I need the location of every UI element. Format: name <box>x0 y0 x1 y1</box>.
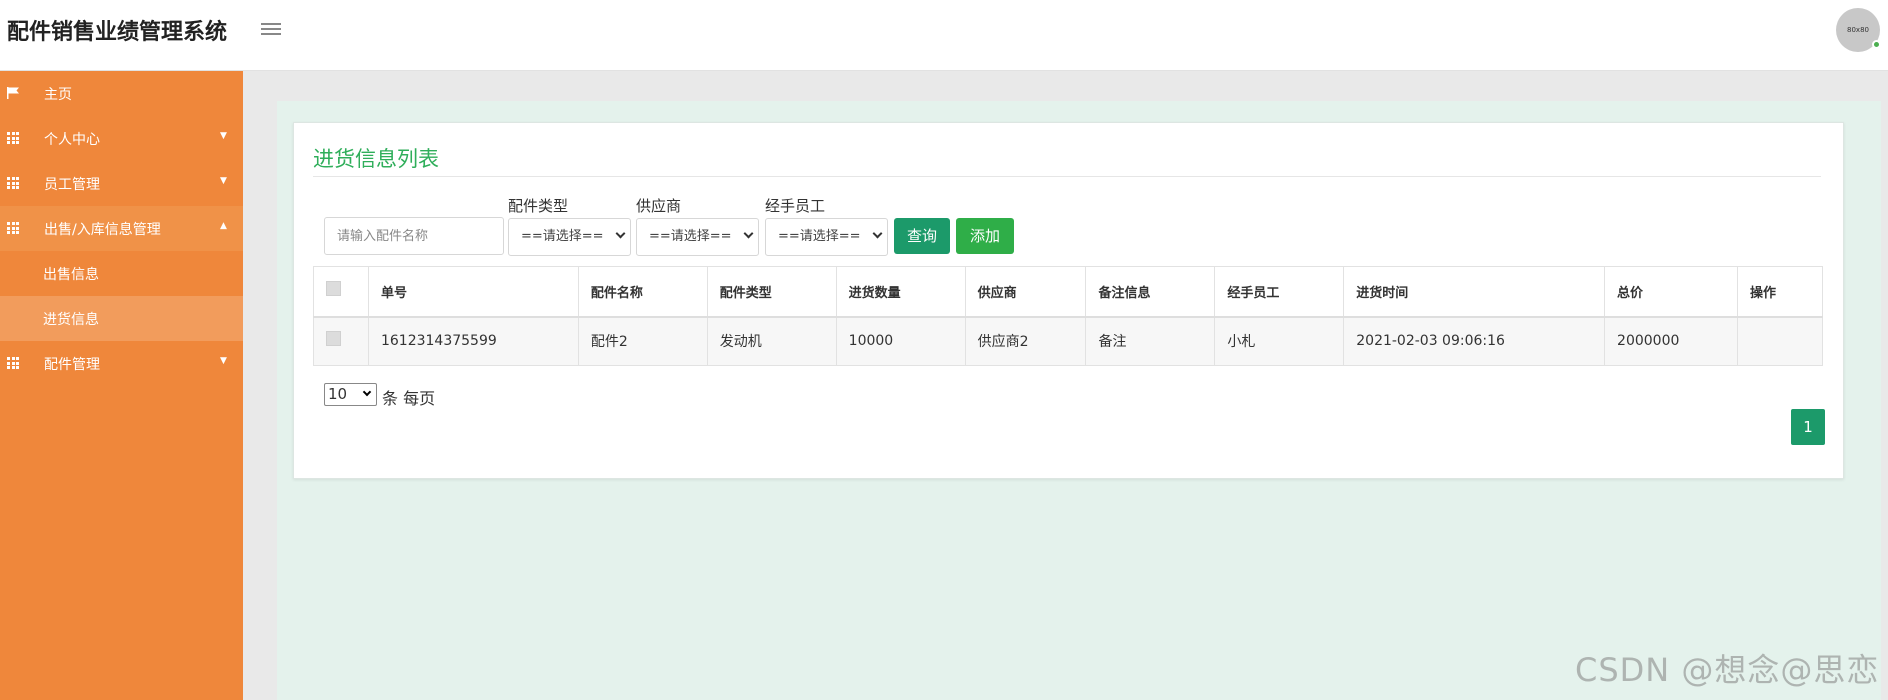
search-button[interactable]: 查询 <box>894 218 950 254</box>
sidebar-item-label: 进货信息 <box>43 312 99 328</box>
chevron-down-icon <box>743 228 754 239</box>
pagination-page-1[interactable]: 1 <box>1791 409 1825 445</box>
total-price-cell: 2000000 <box>1604 316 1738 366</box>
sidebar-item-personal-center[interactable]: 个人中心 ▼ <box>0 116 243 161</box>
select-all-checkbox[interactable] <box>326 280 341 296</box>
add-button[interactable]: 添加 <box>956 218 1014 254</box>
part-name-cell: 配件2 <box>577 316 708 366</box>
row-select-cell <box>313 316 369 366</box>
column-header: 总价 <box>1604 266 1738 318</box>
caret-down-icon: ▼ <box>220 131 227 141</box>
flag-icon <box>7 87 19 99</box>
table-row[interactable]: 1612314375599 配件2 发动机 10000 供应商2 备注 小札 2… <box>313 316 1824 366</box>
staff-cell: 小札 <box>1214 316 1345 366</box>
actions-cell <box>1736 316 1824 366</box>
chevron-down-icon <box>362 387 372 397</box>
watermark: CSDN @想念@思恋 <box>1575 651 1880 689</box>
online-status-dot <box>1872 40 1881 49</box>
sidebar-subitem-purchase-info[interactable]: 进货信息 <box>0 296 243 341</box>
column-header: 备注信息 <box>1085 266 1216 318</box>
column-header: 配件类型 <box>706 266 837 318</box>
row-checkbox[interactable] <box>326 330 341 346</box>
supplier-label: 供应商 <box>636 197 682 215</box>
sidebar-item-label: 出售/入库信息管理 <box>44 222 161 238</box>
sidebar-item-label: 个人中心 <box>44 132 100 148</box>
sidebar-item-sales-stock-management[interactable]: 出售/入库信息管理 ▲ <box>0 206 243 251</box>
grid-icon <box>7 132 20 144</box>
sidebar-item-home[interactable]: 主页 <box>0 71 243 116</box>
page-size-label: 条 每页 <box>382 389 436 408</box>
column-header: 配件名称 <box>577 266 708 318</box>
chevron-down-icon <box>615 228 626 239</box>
page-size-value: 10 <box>328 385 348 403</box>
hamburger-menu-icon[interactable] <box>259 20 283 40</box>
quantity-cell: 10000 <box>835 316 966 366</box>
page-size-select[interactable]: 10 <box>324 383 377 406</box>
chevron-down-icon <box>872 228 883 239</box>
column-header: 单号 <box>367 266 579 318</box>
sidebar-item-label: 主页 <box>44 87 72 103</box>
sidebar-item-label: 出售信息 <box>43 267 99 283</box>
caret-down-icon: ▼ <box>220 176 227 186</box>
supplier-cell: 供应商2 <box>964 316 1087 366</box>
staff-select-value: ==请选择== <box>778 229 861 244</box>
purchase-time-cell: 2021-02-03 09:06:16 <box>1343 316 1606 366</box>
app-title: 配件销售业绩管理系统 <box>7 20 228 45</box>
supplier-select-value: ==请选择== <box>649 229 732 244</box>
order-number-cell: 1612314375599 <box>367 316 579 366</box>
sidebar-item-parts-management[interactable]: 配件管理 ▼ <box>0 341 243 386</box>
sidebar-item-staff-management[interactable]: 员工管理 ▼ <box>0 161 243 206</box>
purchase-table: 单号 配件名称 配件类型 进货数量 供应商 备注信息 经手员工 进货时间 总价 … <box>313 266 1824 366</box>
select-all-cell <box>313 266 369 318</box>
remarks-cell: 备注 <box>1085 316 1216 366</box>
sidebar: 主页 个人中心 ▼ 员工管理 ▼ 出售/入库信息管理 ▲ 出售信息 进货信息 配… <box>0 71 243 700</box>
column-header: 进货数量 <box>835 266 966 318</box>
part-type-label: 配件类型 <box>508 197 569 215</box>
sidebar-item-label: 配件管理 <box>44 357 100 373</box>
table-header-row: 单号 配件名称 配件类型 进货数量 供应商 备注信息 经手员工 进货时间 总价 … <box>313 266 1824 318</box>
top-header: 配件销售业绩管理系统 80x80 <box>0 0 1888 71</box>
staff-label: 经手员工 <box>765 197 826 215</box>
grid-icon <box>7 222 20 234</box>
column-header: 经手员工 <box>1214 266 1345 318</box>
supplier-select[interactable]: ==请选择== <box>636 218 759 256</box>
column-header: 供应商 <box>964 266 1087 318</box>
column-header: 进货时间 <box>1343 266 1606 318</box>
grid-icon <box>7 357 20 369</box>
part-type-select-value: ==请选择== <box>521 229 604 244</box>
sidebar-item-label: 员工管理 <box>44 177 100 193</box>
staff-select[interactable]: ==请选择== <box>765 218 888 256</box>
purchase-list-card: 进货信息列表 配件类型 ==请选择== 供应商 ==请选择== 经手员工 ==请… <box>293 122 1844 479</box>
part-type-select[interactable]: ==请选择== <box>508 218 631 256</box>
grid-icon <box>7 177 20 189</box>
divider <box>313 176 1821 177</box>
sidebar-subitem-sales-info[interactable]: 出售信息 <box>0 251 243 296</box>
column-header: 操作 <box>1736 266 1824 318</box>
page-title: 进货信息列表 <box>313 147 439 171</box>
caret-up-icon: ▲ <box>220 221 227 231</box>
part-name-search-input[interactable] <box>324 217 504 255</box>
part-type-cell: 发动机 <box>706 316 837 366</box>
caret-down-icon: ▼ <box>220 356 227 366</box>
